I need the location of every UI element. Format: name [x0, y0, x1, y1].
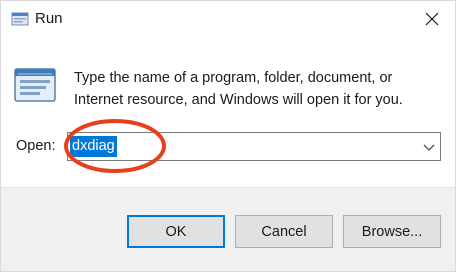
open-label: Open: [16, 138, 56, 154]
chevron-down-icon[interactable] [422, 140, 436, 154]
close-icon [425, 12, 439, 26]
open-input-selected-text: dxdiag [70, 136, 117, 157]
cancel-button[interactable]: Cancel [235, 215, 333, 248]
browse-button[interactable]: Browse... [343, 215, 441, 248]
run-title-icon [11, 11, 29, 27]
run-app-icon [13, 65, 59, 105]
title-bar[interactable]: Run [1, 1, 455, 39]
button-bar: OK Cancel Browse... [1, 187, 455, 271]
ok-button[interactable]: OK [127, 215, 225, 248]
dialog-description: Type the name of a program, folder, docu… [74, 70, 403, 108]
close-button[interactable] [409, 1, 455, 37]
open-input[interactable]: dxdiag [70, 135, 117, 158]
window-title: Run [35, 10, 63, 27]
open-combobox[interactable]: dxdiag [67, 132, 441, 161]
run-dialog: Run Type the name of a program, folder, … [0, 0, 456, 272]
